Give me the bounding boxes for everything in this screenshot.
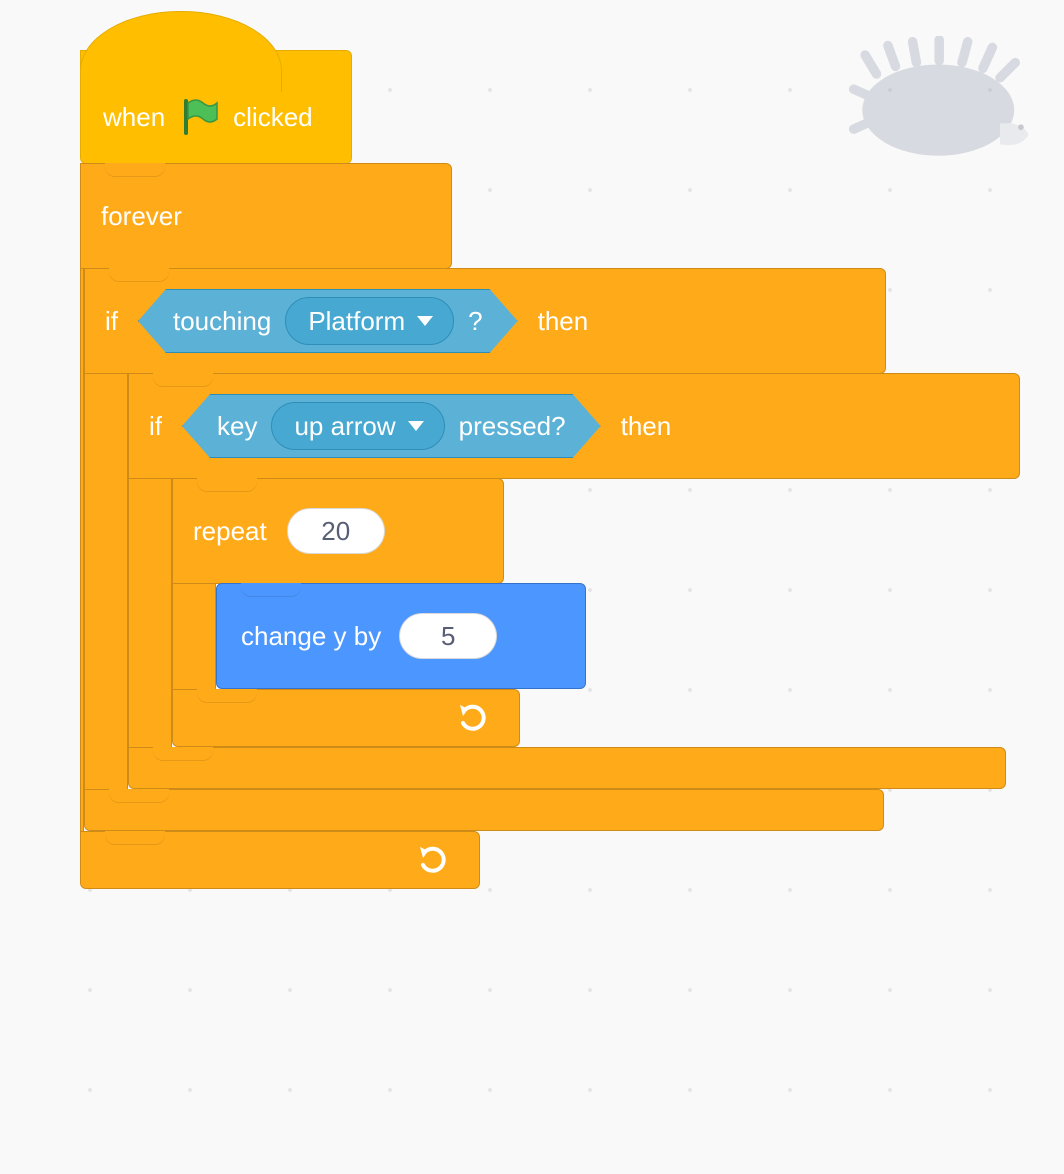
key-prefix: key xyxy=(217,411,257,442)
input-repeat-count[interactable]: 20 xyxy=(287,508,385,554)
dropdown-touching-value: Platform xyxy=(308,306,405,337)
block-forever[interactable]: forever if touching Platform xyxy=(80,163,1020,889)
caret-down-icon xyxy=(408,421,424,431)
change-y-by-label: change y by xyxy=(241,621,381,652)
touching-suffix: ? xyxy=(468,306,482,337)
then-label: then xyxy=(538,306,589,337)
hat-when-label: when xyxy=(103,102,165,133)
key-suffix: pressed? xyxy=(459,411,566,442)
dropdown-key[interactable]: up arrow xyxy=(271,402,444,450)
loop-arrow-icon xyxy=(457,703,491,733)
green-flag-icon xyxy=(179,97,219,137)
forever-label: forever xyxy=(101,201,182,232)
block-if-touching-platform[interactable]: if touching Platform ? then xyxy=(84,268,1020,831)
script-stack: when clicked forever if xyxy=(80,50,1020,889)
dropdown-key-value: up arrow xyxy=(294,411,395,442)
then-label-2: then xyxy=(621,411,672,442)
loop-arrow-icon xyxy=(417,845,451,875)
block-if-key-pressed[interactable]: if key up arrow pressed? xyxy=(128,373,1020,789)
touching-prefix: touching xyxy=(173,306,271,337)
hat-when-flag-clicked[interactable]: when clicked xyxy=(80,50,352,164)
dropdown-touching-target[interactable]: Platform xyxy=(285,297,454,345)
caret-down-icon xyxy=(417,316,433,326)
hat-clicked-label: clicked xyxy=(233,102,312,133)
if-label-2: if xyxy=(149,411,162,442)
input-change-y-value[interactable]: 5 xyxy=(399,613,497,659)
repeat-label: repeat xyxy=(193,516,267,547)
reporter-touching[interactable]: touching Platform ? xyxy=(138,289,518,353)
if-label: if xyxy=(105,306,118,337)
reporter-key-pressed[interactable]: key up arrow pressed? xyxy=(182,394,601,458)
block-change-y-by[interactable]: change y by 5 xyxy=(216,583,586,689)
block-repeat[interactable]: repeat 20 xyxy=(172,478,1020,747)
